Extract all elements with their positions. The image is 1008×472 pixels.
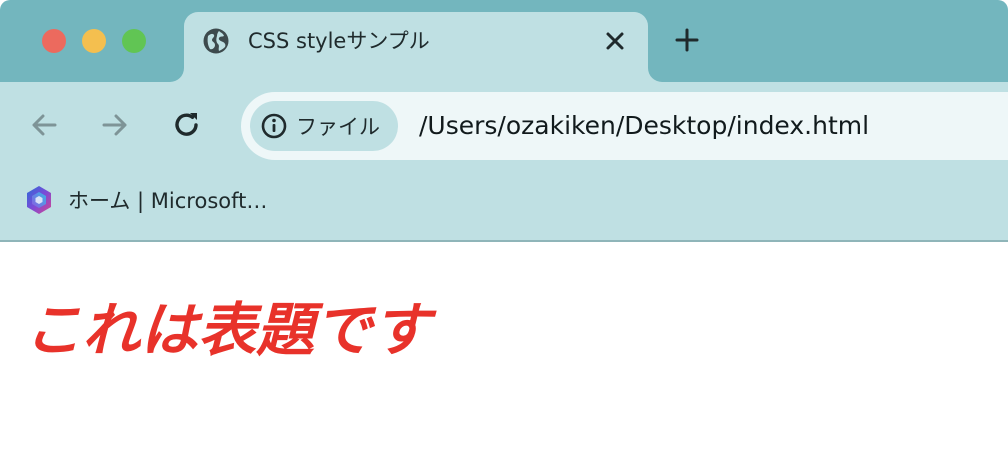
tab-title: CSS styleサンプル	[248, 29, 430, 53]
tab-active[interactable]: CSS styleサンプル	[184, 12, 648, 82]
page-content: これは表題です	[0, 242, 1008, 472]
site-info-chip[interactable]: ファイル	[250, 101, 398, 151]
url-text[interactable]: /Users/ozakiken/Desktop/index.html	[419, 110, 869, 142]
browser-window: CSS styleサンプル ファイル /Users/ozakiken/Deskt…	[0, 0, 1008, 472]
close-icon[interactable]	[602, 28, 628, 54]
globe-icon	[203, 28, 229, 54]
info-icon	[261, 113, 287, 139]
window-close-button[interactable]	[42, 29, 66, 53]
toolbar: ファイル /Users/ozakiken/Desktop/index.html	[0, 82, 1008, 170]
window-maximize-button[interactable]	[122, 29, 146, 53]
reload-icon[interactable]	[170, 108, 204, 142]
bookmark-label: ホーム | Microsoft…	[68, 189, 268, 213]
bookmark-microsoft-home[interactable]: ホーム | Microsoft…	[22, 184, 267, 216]
address-bar[interactable]: ファイル /Users/ozakiken/Desktop/index.html	[241, 92, 1008, 160]
site-info-label: ファイル	[296, 115, 380, 139]
forward-arrow-icon[interactable]	[98, 108, 132, 142]
back-arrow-icon[interactable]	[27, 108, 61, 142]
window-minimize-button[interactable]	[82, 29, 106, 53]
new-tab-icon[interactable]	[673, 26, 701, 54]
microsoft365-icon	[27, 186, 51, 214]
tab-strip: CSS styleサンプル	[0, 0, 1008, 82]
bookmarks-bar: ホーム | Microsoft…	[0, 170, 1008, 242]
page-heading: これは表題です	[24, 296, 431, 364]
